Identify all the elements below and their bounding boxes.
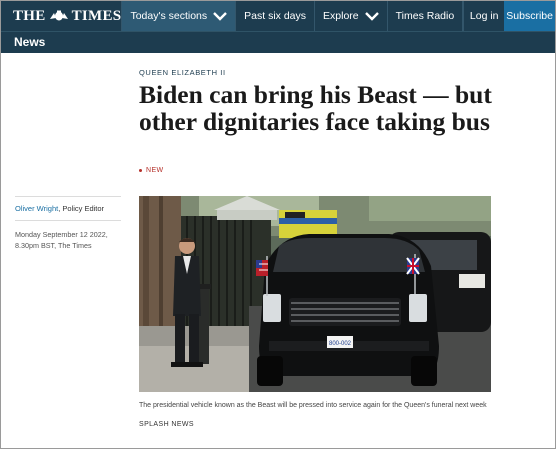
chevron-down-icon (364, 11, 379, 21)
nav-explore-label: Explore (323, 10, 359, 22)
top-navigation: THE TIMES Today's sections Past six days… (1, 1, 555, 31)
nav-times-radio-label: Times Radio (395, 10, 455, 22)
byline: Oliver Wright, Policy Editor (15, 204, 104, 213)
byline-divider (15, 220, 121, 221)
image-credit: SPLASH NEWS (139, 421, 194, 428)
new-dot-icon (139, 168, 142, 172)
nav-todays-sections[interactable]: Today's sections (121, 1, 236, 31)
chevron-down-icon (213, 11, 228, 21)
login-button[interactable]: Log in (463, 1, 504, 31)
nav-todays-sections-label: Today's sections (130, 10, 208, 22)
nav-times-radio[interactable]: Times Radio (386, 1, 463, 31)
logo-word-the: THE (13, 7, 46, 24)
dateline-date: Monday September 12 2022, (15, 230, 108, 239)
author-role: , Policy Editor (58, 204, 105, 213)
article-headline: Biden can bring his Beast — but other di… (139, 80, 492, 136)
section-title-news[interactable]: News (14, 35, 45, 49)
the-times-logo[interactable]: THE TIMES (1, 1, 121, 31)
new-badge-label: NEW (146, 167, 164, 174)
logo-word-times: TIMES (71, 7, 122, 24)
presidential-limousine-photo-icon: 800-002 (139, 196, 491, 392)
article-dateline: Monday September 12 2022, 8.30pm BST, Th… (15, 229, 125, 251)
section-bar: News (1, 31, 555, 53)
new-badge: NEW (139, 167, 164, 174)
author-link[interactable]: Oliver Wright (15, 204, 58, 213)
byline-top-divider (15, 196, 121, 197)
article-image[interactable]: 800-002 (139, 196, 491, 392)
royal-crest-icon (49, 10, 68, 21)
nav-past-six-days-label: Past six days (244, 10, 307, 22)
nav-past-six-days[interactable]: Past six days (235, 1, 314, 31)
license-plate-text: 800-002 (329, 341, 352, 347)
subscribe-button[interactable]: Subscribe (504, 1, 555, 31)
page-frame: THE TIMES Today's sections Past six days… (0, 0, 556, 449)
article-kicker[interactable]: QUEEN ELIZABETH II (139, 68, 226, 77)
nav-explore[interactable]: Explore (314, 1, 387, 31)
dateline-time-source: 8.30pm BST, The Times (15, 241, 92, 250)
image-caption: The presidential vehicle known as the Be… (139, 402, 487, 409)
